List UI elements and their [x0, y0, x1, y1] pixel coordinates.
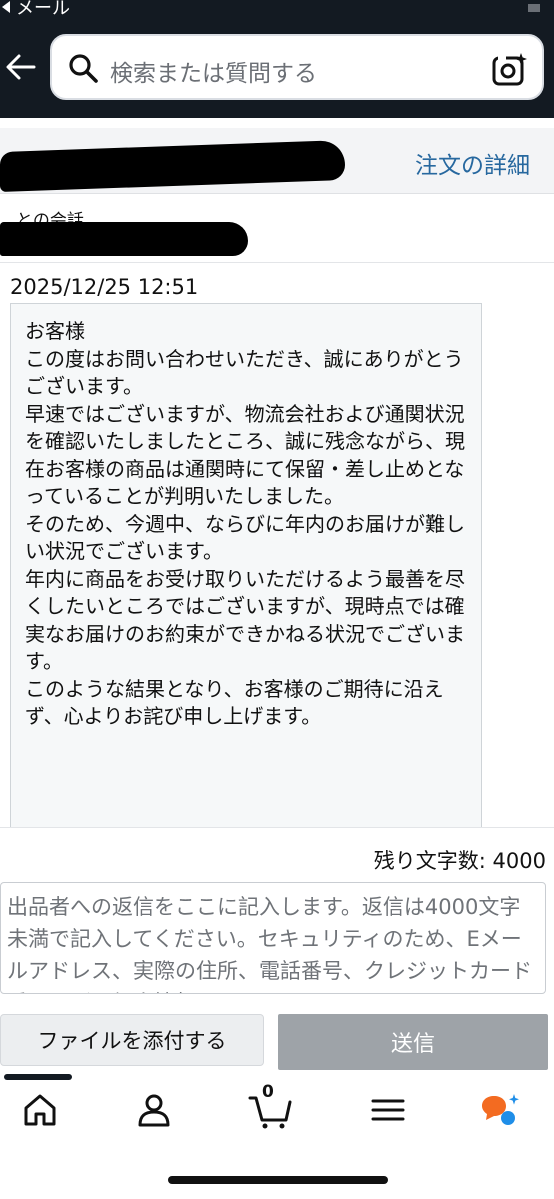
send-button[interactable]: 送信: [278, 1014, 548, 1070]
back-app-label: メール: [16, 0, 70, 19]
remaining-characters: 残り文字数: 4000: [373, 849, 546, 873]
order-header: 注文の詳細: [0, 128, 554, 194]
back-triangle-icon: [2, 1, 10, 13]
back-arrow-icon[interactable]: [4, 50, 38, 84]
cart-button[interactable]: 0: [248, 1082, 294, 1130]
message-text: お客様 この度はお問い合わせいただき、誠にありがとうございます。 早速ではござい…: [25, 319, 465, 728]
order-details-link[interactable]: 注文の詳細: [415, 146, 530, 180]
redacted-seller-name: [0, 222, 248, 256]
home-indicator: [168, 1176, 388, 1184]
reply-textarea[interactable]: 出品者への返信をここに記入します。返信は4000文字未満で記入してください。セキ…: [0, 882, 546, 994]
search-icon: [69, 54, 98, 83]
tab-indicator: [4, 1074, 72, 1080]
message-bubble: お客様 この度はお問い合わせいただき、誠にありがとうございます。 早速ではござい…: [10, 303, 482, 827]
back-to-app-link[interactable]: メール: [0, 0, 70, 20]
message-timestamp: 2025/12/25 12:51: [10, 275, 199, 299]
search-input[interactable]: 検索または質問する: [110, 54, 317, 88]
top-header: メール 検索または質問する: [0, 0, 554, 118]
account-icon[interactable]: [134, 1090, 174, 1130]
redacted-order-number: [0, 139, 345, 193]
bottom-navigation: 0: [0, 1082, 554, 1152]
menu-icon[interactable]: [368, 1090, 408, 1130]
message-thread[interactable]: 2025/12/25 12:51 お客様 この度はお問い合わせいただき、誠にあり…: [0, 262, 554, 828]
status-indicator: [528, 4, 540, 12]
rufus-assistant-icon[interactable]: [478, 1090, 522, 1134]
attach-file-button[interactable]: ファイルを添付する: [0, 1014, 264, 1066]
home-icon[interactable]: [20, 1090, 60, 1130]
cart-icon: [248, 1096, 292, 1129]
camera-lens-icon[interactable]: [492, 52, 528, 86]
search-bar[interactable]: 検索または質問する: [50, 34, 544, 100]
reply-placeholder: 出品者への返信をここに記入します。返信は4000文字未満で記入してください。セキ…: [7, 895, 532, 993]
